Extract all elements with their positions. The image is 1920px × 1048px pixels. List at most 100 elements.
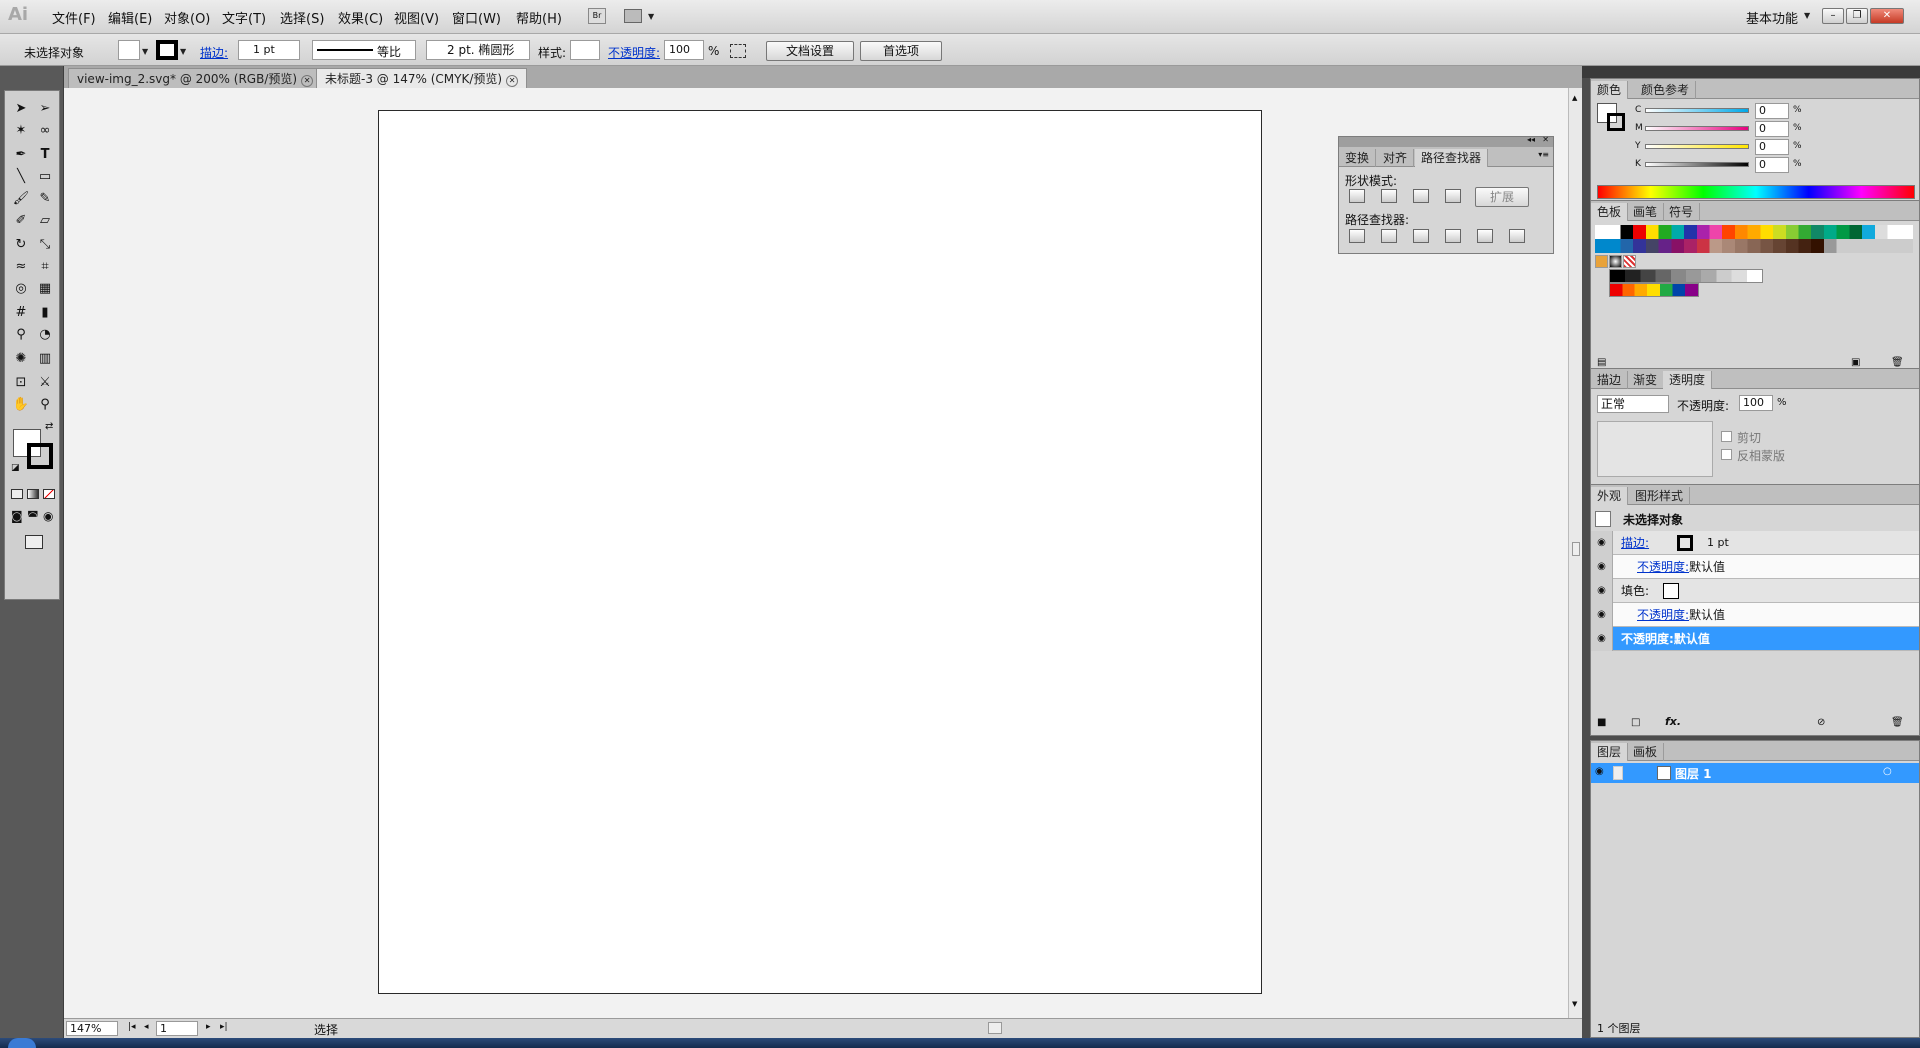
rectangle-tool-icon[interactable]: ▭ xyxy=(34,167,56,187)
delete-swatch-icon[interactable]: 🗑 xyxy=(1891,357,1904,368)
channel-m-slider[interactable] xyxy=(1645,126,1749,131)
scroll-down-icon[interactable]: ▼ xyxy=(1572,1000,1577,1008)
pathfinder-header[interactable]: ◂◂ ✕ xyxy=(1339,135,1553,147)
swatch-group-brights[interactable] xyxy=(1609,283,1699,297)
channel-y-slider[interactable] xyxy=(1645,144,1749,149)
gradient-tool-icon[interactable]: ▮ xyxy=(34,303,56,323)
line-tool-icon[interactable]: ╲ xyxy=(10,167,32,187)
menu-file[interactable]: 文件(F) xyxy=(52,8,96,27)
fill-opacity-row[interactable]: ◉ 不透明度:默认值 xyxy=(1591,603,1919,627)
eye-icon[interactable]: ◉ xyxy=(1591,627,1613,651)
trim-icon[interactable] xyxy=(1381,229,1397,243)
pen-tool-icon[interactable]: ✒ xyxy=(10,145,32,165)
menu-edit[interactable]: 编辑(E) xyxy=(108,8,152,27)
scroll-up-icon[interactable]: ▲ xyxy=(1572,94,1577,102)
tab-artboards[interactable]: 画板 xyxy=(1627,743,1665,761)
first-page-icon[interactable]: |◂ xyxy=(128,1022,136,1032)
opacity-label[interactable]: 不透明度: xyxy=(1637,560,1689,574)
stroke-color-box[interactable] xyxy=(27,443,53,469)
stroke-label[interactable]: 描边: xyxy=(1621,536,1649,550)
eraser-tool-icon[interactable]: ▱ xyxy=(34,211,56,231)
zoom-tool-icon[interactable]: ⚲ xyxy=(34,395,56,415)
swatch-library-icon[interactable]: ▤ xyxy=(1597,357,1606,368)
hand-tool-icon[interactable]: ✋ xyxy=(10,395,32,415)
next-page-icon[interactable]: ▸ xyxy=(206,1022,211,1032)
divide-icon[interactable] xyxy=(1349,229,1365,243)
collapse-icon[interactable]: ◂◂ xyxy=(1527,135,1535,144)
prev-page-icon[interactable]: ◂ xyxy=(144,1022,149,1032)
artboard-tool-icon[interactable]: ⊡ xyxy=(10,373,32,393)
pencil-tool-icon[interactable]: ✎ xyxy=(34,189,56,209)
shape-builder-tool-icon[interactable]: ◎ xyxy=(10,279,32,299)
fill-chevron-down-icon[interactable]: ▼ xyxy=(142,47,148,56)
expand-button[interactable]: 扩展 xyxy=(1475,187,1529,207)
crop-icon[interactable] xyxy=(1445,229,1461,243)
delete-item-icon[interactable]: 🗑 xyxy=(1891,717,1904,728)
column-graph-tool-icon[interactable]: ▥ xyxy=(34,349,56,369)
stroke-profile-dropdown[interactable]: 等比 xyxy=(312,40,416,60)
swatch-row-2[interactable] xyxy=(1595,239,1913,253)
tab-align[interactable]: 对齐 xyxy=(1377,149,1415,167)
eye-icon[interactable]: ◉ xyxy=(1591,579,1613,603)
mesh-tool-icon[interactable]: # xyxy=(10,303,32,323)
tab-appearance[interactable]: 外观 xyxy=(1591,487,1629,505)
eye-icon[interactable]: ◉ xyxy=(1591,531,1613,555)
draw-inside-icon[interactable]: ◉ xyxy=(43,509,53,523)
channel-k-field[interactable]: 0 xyxy=(1755,157,1789,173)
document-setup-button[interactable]: 文档设置 xyxy=(766,41,854,61)
unite-icon[interactable] xyxy=(1349,189,1365,203)
channel-c-field[interactable]: 0 xyxy=(1755,103,1789,119)
slice-tool-icon[interactable]: ⚔ xyxy=(34,373,56,393)
stroke-opacity-row[interactable]: ◉ 不透明度:默认值 xyxy=(1591,555,1919,579)
magic-wand-tool-icon[interactable]: ✶ xyxy=(10,121,32,141)
menu-window[interactable]: 窗口(W) xyxy=(452,8,501,27)
stroke-row[interactable]: ◉ 描边: 1 pt xyxy=(1591,531,1919,555)
artboard[interactable] xyxy=(378,110,1262,994)
tab-brushes[interactable]: 画笔 xyxy=(1627,203,1665,221)
vertical-scrollbar[interactable]: ▲ ▼ xyxy=(1568,88,1582,1018)
preferences-button[interactable]: 首选项 xyxy=(860,41,942,61)
lock-toggle[interactable] xyxy=(1613,766,1623,780)
stroke-swatch[interactable] xyxy=(1677,535,1693,551)
mask-thumbnail[interactable] xyxy=(1597,421,1713,477)
menu-object[interactable]: 对象(O) xyxy=(164,8,210,27)
warp-tool-icon[interactable]: ≈ xyxy=(10,257,32,277)
gradient-swatch[interactable] xyxy=(1609,255,1622,268)
clear-appearance-icon[interactable]: ⊘ xyxy=(1817,717,1825,728)
panel-menu-icon[interactable]: ▾≡ xyxy=(1538,150,1549,159)
menu-effect[interactable]: 效果(C) xyxy=(338,8,383,27)
fill-swatch[interactable] xyxy=(118,40,140,60)
new-swatch-icon[interactable]: ▣ xyxy=(1851,357,1860,368)
lasso-tool-icon[interactable]: ∞ xyxy=(34,121,56,141)
blob-brush-tool-icon[interactable]: ✐ xyxy=(10,211,32,231)
clip-checkbox[interactable] xyxy=(1721,431,1732,442)
merge-icon[interactable] xyxy=(1413,229,1429,243)
paintbrush-tool-icon[interactable]: 🖌 xyxy=(10,189,32,209)
tab-color-guide[interactable]: 颜色参考 xyxy=(1635,81,1697,99)
free-transform-tool-icon[interactable]: ⌗ xyxy=(34,257,56,277)
blend-mode-dropdown[interactable]: 正常 xyxy=(1597,395,1669,413)
layer-name[interactable]: 图层 1 xyxy=(1675,765,1712,782)
style-swatch[interactable] xyxy=(570,40,600,60)
pattern-swatch-2[interactable] xyxy=(1623,255,1636,268)
screen-mode-icon[interactable] xyxy=(25,535,43,549)
opacity-field[interactable]: 100 xyxy=(1739,395,1773,411)
channel-k-slider[interactable] xyxy=(1645,162,1749,167)
tab-symbols[interactable]: 符号 xyxy=(1663,203,1701,221)
stroke-swatch[interactable] xyxy=(156,40,178,60)
add-effect-button[interactable]: fx. xyxy=(1665,715,1681,728)
swatch-row-1[interactable] xyxy=(1595,225,1913,239)
stroke-weight-field[interactable]: 1 pt xyxy=(238,40,300,60)
isolate-icon[interactable] xyxy=(730,44,746,58)
draw-normal-icon[interactable]: ◙ xyxy=(11,509,23,523)
tab-transparency[interactable]: 透明度 xyxy=(1663,371,1713,389)
channel-y-field[interactable]: 0 xyxy=(1755,139,1789,155)
opacity-label[interactable]: 不透明度: xyxy=(1621,632,1674,646)
hscroll-thumb[interactable] xyxy=(988,1022,1002,1034)
swap-colors-icon[interactable]: ⇄ xyxy=(45,421,53,432)
arrange-docs-chevron-down-icon[interactable]: ▼ xyxy=(648,12,654,21)
minus-back-icon[interactable] xyxy=(1509,229,1525,243)
eye-icon[interactable]: ◉ xyxy=(1595,766,1604,777)
type-tool-icon[interactable]: T xyxy=(34,145,56,165)
workspace-switcher[interactable]: 基本功能 xyxy=(1746,8,1798,27)
